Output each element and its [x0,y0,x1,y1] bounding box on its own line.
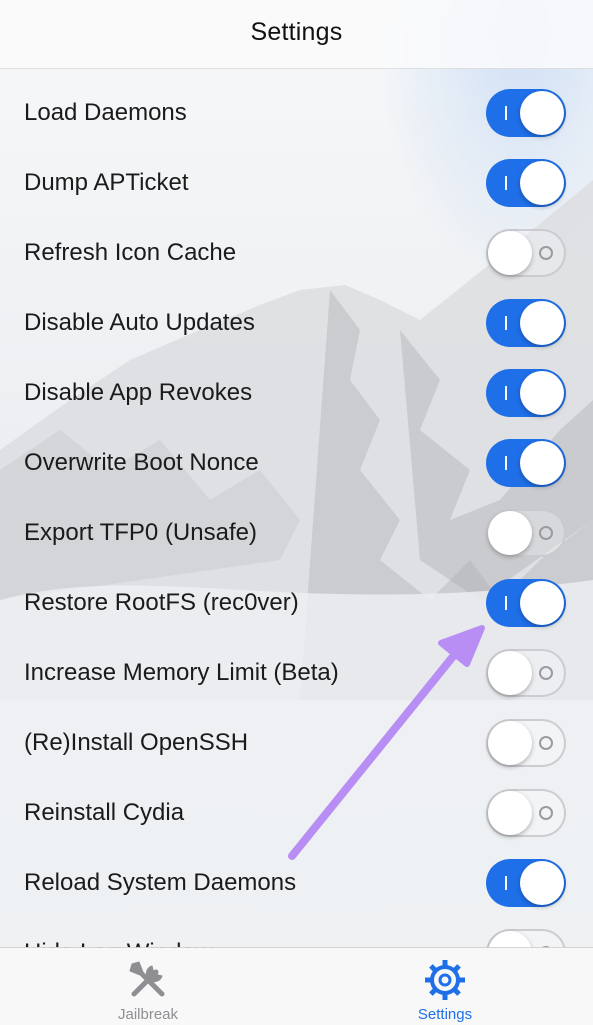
toggle-knob [488,791,532,835]
settings-row: Dump APTicket [0,148,593,218]
toggle-on-indicator [505,876,507,890]
settings-row: Load Daemons [0,78,593,148]
setting-label: Export TFP0 (Unsafe) [24,519,257,546]
setting-label: Dump APTicket [24,169,189,196]
settings-row: Disable Auto Updates [0,288,593,358]
settings-row: Disable App Revokes [0,358,593,428]
toggle-knob [488,721,532,765]
setting-toggle[interactable] [486,159,566,207]
toggle-knob [520,371,564,415]
setting-label: Refresh Icon Cache [24,239,237,266]
tab-bar: Jailbreak Settings [0,947,593,1025]
toggle-knob [520,161,564,205]
toggle-knob [520,91,564,135]
tab-settings[interactable]: Settings [297,948,593,1025]
toggle-off-indicator [539,526,553,540]
settings-row: Increase Memory Limit (Beta) [0,638,593,708]
toggle-knob [488,931,532,948]
page-title: Settings [250,18,343,46]
setting-toggle[interactable] [486,369,566,417]
setting-toggle[interactable] [486,929,566,948]
toggle-knob [488,511,532,555]
settings-row: Overwrite Boot Nonce [0,428,593,498]
setting-toggle[interactable] [486,439,566,487]
toggle-on-indicator [505,456,507,470]
toggle-knob [520,581,564,625]
setting-label: Restore RootFS (rec0ver) [24,589,299,616]
setting-toggle[interactable] [486,299,566,347]
toggle-knob [488,651,532,695]
settings-row: Reload System Daemons [0,848,593,918]
toggle-on-indicator [505,386,507,400]
settings-row: Reinstall Cydia [0,778,593,848]
toggle-knob [520,441,564,485]
setting-toggle[interactable] [486,789,566,837]
settings-row: Hide Log Window [0,918,593,948]
setting-toggle[interactable] [486,89,566,137]
toggle-on-indicator [505,106,507,120]
toggle-off-indicator [539,246,553,260]
toggle-knob [520,861,564,905]
toggle-knob [488,231,532,275]
settings-row: Export TFP0 (Unsafe) [0,498,593,568]
navigation-bar: Settings [0,0,593,69]
toggle-on-indicator [505,596,507,610]
setting-label: (Re)Install OpenSSH [24,729,249,756]
setting-label: Disable App Revokes [24,379,253,406]
toggle-knob [520,301,564,345]
setting-toggle[interactable] [486,509,566,557]
toggle-off-indicator [539,666,553,680]
gear-icon [423,958,467,1007]
setting-label: Disable Auto Updates [24,309,255,336]
tab-jailbreak-label: Jailbreak [117,1006,179,1023]
settings-list[interactable]: Load Daemons Dump APTicket Refresh Icon Ca… [0,78,593,948]
setting-label: Increase Memory Limit (Beta) [24,659,339,686]
setting-toggle[interactable] [486,859,566,907]
setting-toggle[interactable] [486,579,566,627]
tab-settings-label: Settings [417,1006,473,1023]
setting-label: Load Daemons [24,99,187,126]
setting-toggle[interactable] [486,719,566,767]
settings-row: Refresh Icon Cache [0,218,593,288]
settings-row: (Re)Install OpenSSH [0,708,593,778]
setting-toggle[interactable] [486,649,566,697]
settings-row: Restore RootFS (rec0ver) [0,568,593,638]
setting-toggle[interactable] [486,229,566,277]
toggle-on-indicator [505,176,507,190]
setting-label: Overwrite Boot Nonce [24,449,259,476]
tools-icon [126,958,170,1007]
toggle-off-indicator [539,806,553,820]
setting-label: Reinstall Cydia [24,799,185,826]
setting-label: Reload System Daemons [24,869,297,896]
tab-jailbreak[interactable]: Jailbreak [0,948,296,1025]
toggle-on-indicator [505,316,507,330]
toggle-off-indicator [539,736,553,750]
